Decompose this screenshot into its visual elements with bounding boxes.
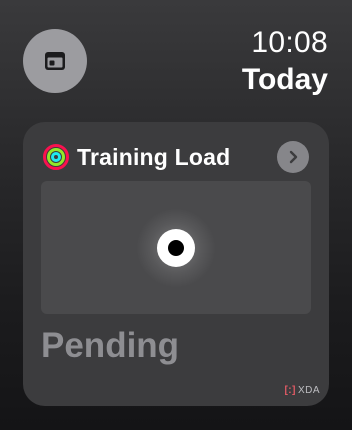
card-chevron-button[interactable] — [277, 141, 309, 173]
widget-button[interactable] — [23, 29, 87, 93]
watch-screen: 10:08 Today Training Load Pending [:] XD… — [0, 0, 352, 430]
card-title: Training Load — [77, 143, 231, 170]
widget-icon — [45, 52, 65, 70]
card-header: Training Load — [43, 141, 309, 173]
day-label: Today — [241, 62, 328, 96]
indicator-center — [168, 240, 184, 256]
status-clock: 10:08 Today — [242, 26, 328, 97]
watermark-text: XDA — [297, 385, 320, 396]
watermark-mark: [:] — [284, 385, 296, 396]
chevron-right-icon — [289, 150, 298, 164]
time-label: 10:08 — [251, 26, 328, 59]
xda-watermark: [:] XDA — [284, 385, 320, 396]
training-load-graph — [41, 181, 311, 314]
training-load-indicator — [157, 229, 195, 267]
status-label: Pending — [41, 326, 180, 365]
training-load-card[interactable]: Training Load Pending [:] XDA — [23, 122, 329, 406]
activity-rings-icon — [43, 144, 69, 170]
